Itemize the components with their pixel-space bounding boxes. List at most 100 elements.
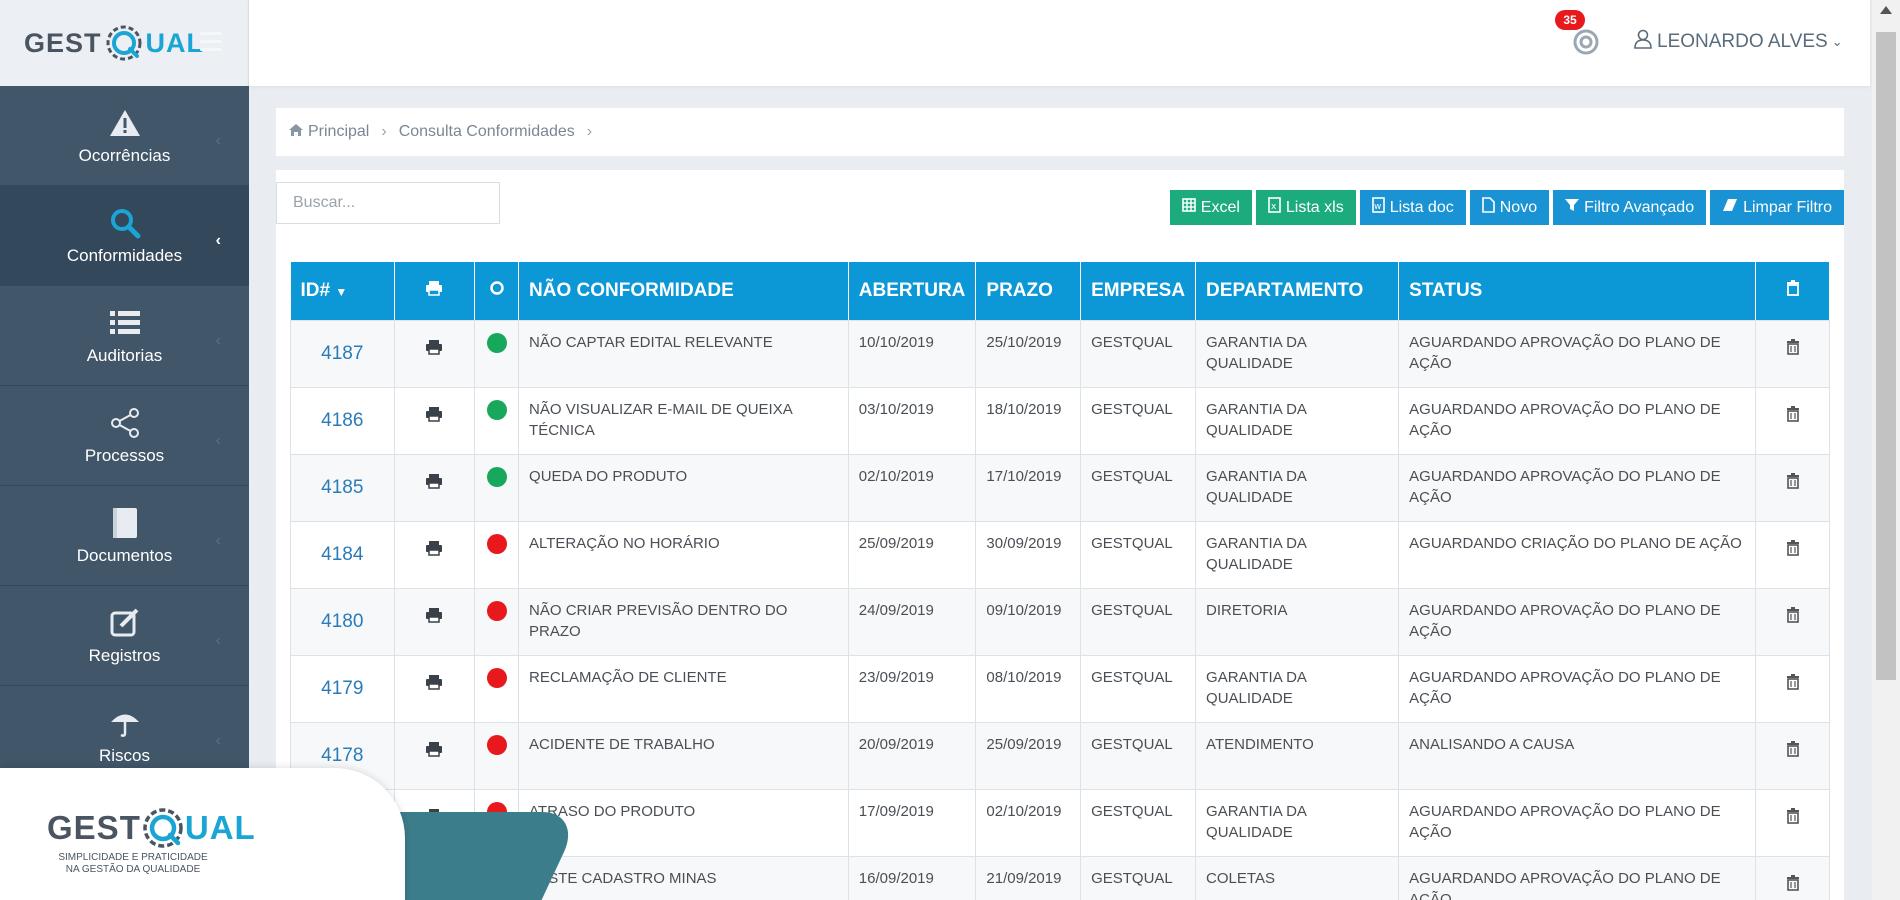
user-icon	[1633, 29, 1653, 55]
row-delete-button[interactable]	[1755, 788, 1830, 857]
row-empresa: GESTQUAL	[1080, 319, 1197, 388]
table-row[interactable]: 4185 Queda do produto 02/10/2019 17/10/2019…	[290, 453, 1830, 522]
edit-icon	[108, 606, 142, 640]
filter-icon	[1565, 198, 1580, 217]
row-delete-button[interactable]	[1755, 453, 1830, 522]
row-delete-button[interactable]	[1755, 855, 1830, 900]
column-header-departamento[interactable]: DEPARTAMENTO	[1195, 262, 1400, 321]
row-print-button[interactable]	[393, 587, 476, 656]
row-id-link[interactable]: 4185	[290, 453, 395, 522]
row-departamento: Garantia da Qualidade	[1195, 654, 1400, 723]
user-name: LEONARDO ALVES	[1657, 31, 1828, 52]
row-status: Analisando a causa	[1398, 721, 1757, 790]
scroll-up-icon[interactable]	[1880, 6, 1892, 14]
book-icon	[108, 506, 142, 540]
sidebar-item-label: Ocorrências	[78, 145, 171, 165]
notification-badge[interactable]: 35	[1555, 10, 1585, 30]
sidebar-item-documentos[interactable]: Documentos ‹	[0, 486, 249, 586]
row-departamento: Diretoria	[1195, 587, 1400, 656]
umbrella-icon	[108, 706, 142, 740]
row-print-button[interactable]	[393, 453, 476, 522]
print-icon	[425, 607, 443, 627]
sidebar-item-label: Auditorias	[86, 345, 163, 365]
row-empresa: GESTQUAL	[1080, 520, 1197, 589]
row-print-button[interactable]	[393, 319, 476, 388]
breadcrumb-home[interactable]: Principal	[308, 123, 369, 141]
user-menu[interactable]: LEONARDO ALVES ⌄	[1633, 29, 1843, 55]
table-row[interactable]: 4179 Reclamação de cliente 23/09/2019 08/10…	[290, 654, 1830, 723]
limpar-filtro-button[interactable]: Limpar Filtro	[1710, 190, 1844, 225]
row-status-dot	[474, 587, 520, 656]
row-nc: Não visualizar e-mail de queixa técnica	[518, 386, 849, 455]
lista-doc-label: Lista doc	[1389, 198, 1454, 216]
row-empresa: GESTQUAL	[1080, 587, 1197, 656]
row-delete-button[interactable]	[1755, 721, 1830, 790]
row-nc: Teste cadastro minas	[518, 855, 849, 900]
row-print-button[interactable]	[393, 520, 476, 589]
row-id-link[interactable]: 4184	[290, 520, 395, 589]
row-nc: Acidente de trabalho	[518, 721, 849, 790]
lista-xls-button[interactable]: x Lista xls	[1255, 190, 1356, 225]
sidebar-item-auditorias[interactable]: Auditorias ‹	[0, 286, 249, 386]
sidebar-item-conformidades[interactable]: Conformidades ‹	[0, 186, 249, 286]
breadcrumb-separator: ›	[381, 123, 387, 140]
table-row[interactable]: 4180 Não criar previsão dentro do prazo 24…	[290, 587, 1830, 656]
row-print-button[interactable]	[393, 654, 476, 723]
excel-button[interactable]: Excel	[1169, 190, 1252, 225]
row-abertura: 17/09/2019	[847, 788, 977, 857]
row-delete-button[interactable]	[1755, 520, 1830, 589]
table-row[interactable]: 4186 Não visualizar e-mail de queixa técn…	[290, 386, 1830, 455]
row-abertura: 24/09/2019	[847, 587, 977, 656]
search-input[interactable]	[276, 182, 500, 224]
trash-icon	[1786, 405, 1800, 426]
column-header-id[interactable]: ID# ▼	[290, 262, 395, 321]
menu-toggle-icon[interactable]	[200, 32, 222, 56]
filtro-avancado-button[interactable]: Filtro Avançado	[1553, 190, 1707, 225]
row-prazo: 09/10/2019	[975, 587, 1082, 656]
sidebar-item-registros[interactable]: Registros ‹	[0, 586, 249, 686]
trash-icon	[1786, 606, 1800, 627]
chevron-left-icon: ‹	[215, 332, 221, 349]
column-header-empresa[interactable]: EMPRESA	[1080, 262, 1197, 321]
row-id-link[interactable]: 4179	[290, 654, 395, 723]
table-row[interactable]: 4178 Acidente de trabalho 20/09/2019 25/09/…	[290, 721, 1830, 790]
table-row[interactable]: 4187 Não captar edital relevante 10/10/201…	[290, 319, 1830, 388]
brand-logo[interactable]: GEST UAL	[0, 0, 249, 86]
row-delete-button[interactable]	[1755, 319, 1830, 388]
trash-icon	[1786, 673, 1800, 694]
print-icon	[425, 674, 443, 694]
column-header-status[interactable]: STATUS	[1398, 262, 1757, 321]
row-id-link[interactable]: 4187	[290, 319, 395, 388]
scroll-thumb[interactable]	[1876, 32, 1896, 680]
column-header-abertura[interactable]: ABERTURA	[848, 262, 977, 321]
row-id-link[interactable]: 4180	[290, 587, 395, 656]
row-prazo: 25/10/2019	[975, 319, 1082, 388]
column-header-prazo[interactable]: PRAZO	[975, 262, 1082, 321]
row-prazo: 02/10/2019	[975, 788, 1082, 857]
column-header-nc[interactable]: NÃO CONFORMIDADE	[518, 262, 849, 321]
lista-xls-label: Lista xls	[1285, 198, 1344, 216]
trash-icon	[1786, 472, 1800, 493]
novo-button[interactable]: Novo	[1469, 190, 1550, 225]
row-delete-button[interactable]	[1755, 386, 1830, 455]
overlay-logo-right: UAL	[184, 809, 256, 846]
page-scrollbar[interactable]	[1872, 0, 1900, 900]
sidebar-item-processos[interactable]: Processos ‹	[0, 386, 249, 486]
support-icon[interactable]	[1572, 28, 1600, 56]
trash-icon	[1786, 539, 1800, 560]
row-departamento: Garantia da Qualidade	[1195, 453, 1400, 522]
excel-label: Excel	[1200, 198, 1240, 216]
sidebar-item-ocorrencias[interactable]: Ocorrências ‹	[0, 86, 249, 186]
trash-icon	[1786, 807, 1800, 828]
breadcrumb-current[interactable]: Consulta Conformidades	[399, 123, 575, 141]
row-print-button[interactable]	[393, 386, 476, 455]
row-id-link[interactable]: 4186	[290, 386, 395, 455]
overlay-tagline-1: SIMPLICIDADE E PRATICIDADE	[58, 852, 208, 863]
row-delete-button[interactable]	[1755, 587, 1830, 656]
share-icon	[108, 406, 142, 440]
row-delete-button[interactable]	[1755, 654, 1830, 723]
lista-doc-button[interactable]: w Lista doc	[1359, 190, 1466, 225]
chevron-left-icon: ‹	[215, 632, 221, 649]
table-row[interactable]: 4184 Alteração no horário 25/09/2019 30/09/…	[290, 520, 1830, 589]
chevron-left-icon: ‹	[215, 132, 221, 149]
